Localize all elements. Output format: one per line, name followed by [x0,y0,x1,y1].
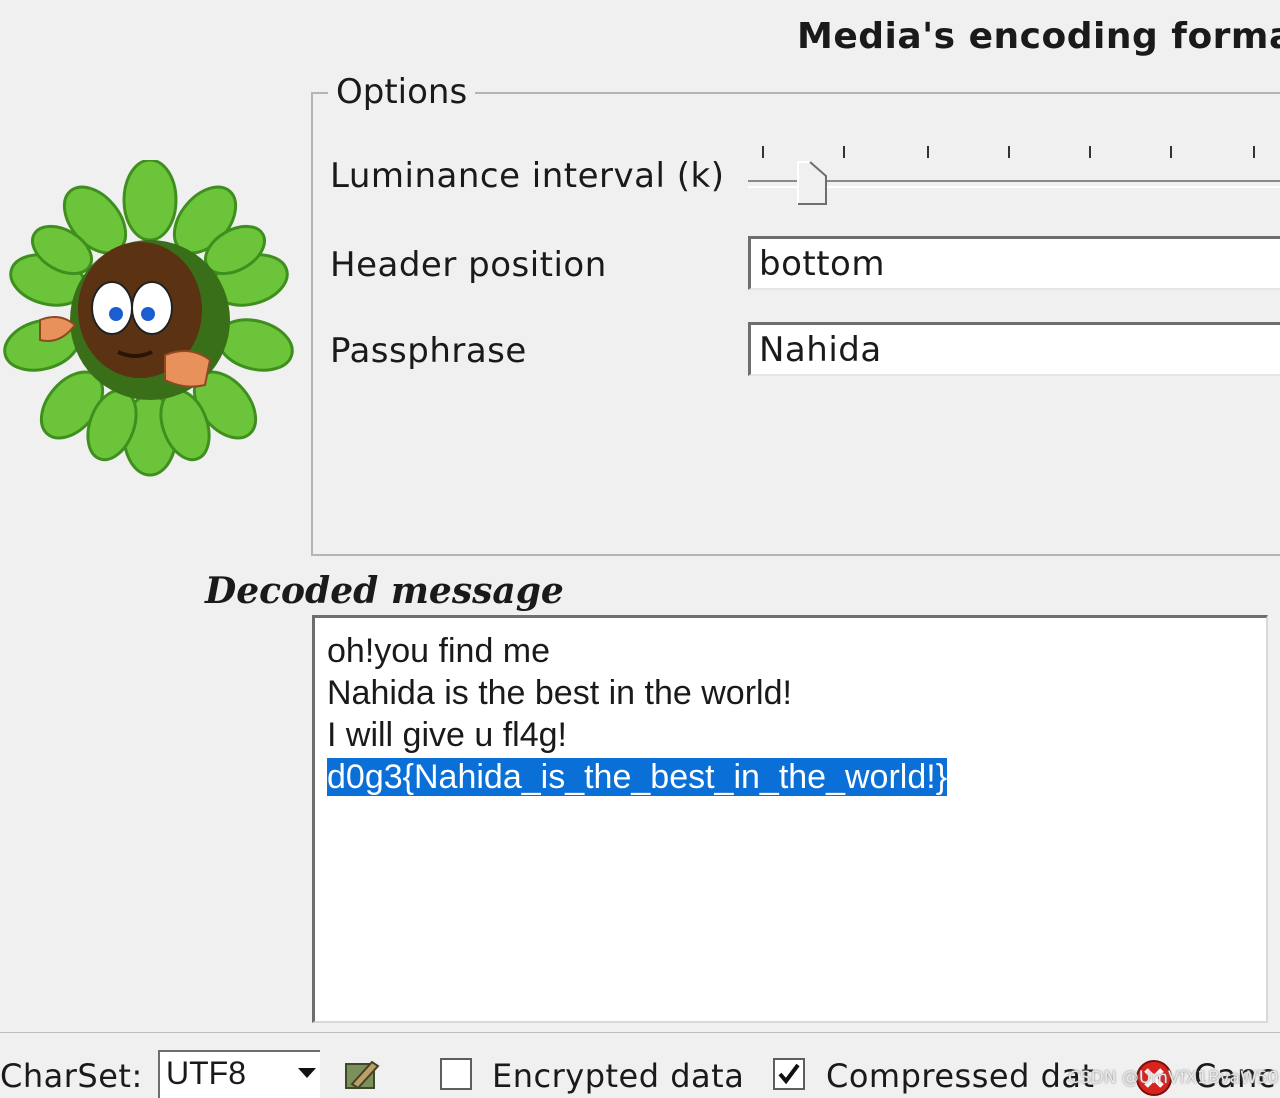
media-encoding-format-title: Media's encoding format [797,16,1280,57]
decoded-message-title: Decoded message [205,570,564,612]
decoded-selected-flag[interactable]: d0g3{Nahida_is_the_best_in_the_world!} [327,758,948,796]
decoded-message-textarea[interactable]: oh!you find me Nahida is the best in the… [312,615,1268,1023]
slider-tick [843,146,845,158]
slider-tick [1089,146,1091,158]
chevron-down-icon[interactable] [298,1068,316,1078]
decoded-line: Nahida is the best in the world! [327,674,792,712]
compressed-data-checkbox[interactable] [773,1058,805,1090]
options-legend: Options [328,72,476,112]
slider-tick [1008,146,1010,158]
slider-tick [927,146,929,158]
luminance-interval-label: Luminance interval (k) [330,156,725,196]
decoded-line: oh!you find me [327,632,551,670]
luminance-slider-thumb[interactable] [796,160,830,206]
watermark: CSDN @UmVfX1BvaW50 [1068,1068,1279,1088]
encrypted-data-label: Encrypted data [492,1057,745,1095]
header-position-label: Header position [330,245,607,285]
mascot-logo [3,160,294,477]
compressed-data-label: Compressed dat [826,1057,1095,1095]
charset-label: CharSet: [0,1057,143,1095]
charset-value: UTF8 [166,1055,246,1091]
passphrase-label: Passphrase [330,331,527,371]
encrypted-data-checkbox[interactable] [440,1058,472,1090]
charset-select[interactable]: UTF8 [158,1050,320,1098]
checkmark-icon [778,1063,800,1085]
slider-tick [762,146,764,158]
edit-icon[interactable] [342,1056,382,1094]
passphrase-field[interactable] [748,322,1280,376]
decoded-line: I will give u fl4g! [327,716,567,754]
header-position-field[interactable] [748,236,1280,290]
slider-tick [1253,146,1255,158]
slider-tick [1170,146,1172,158]
